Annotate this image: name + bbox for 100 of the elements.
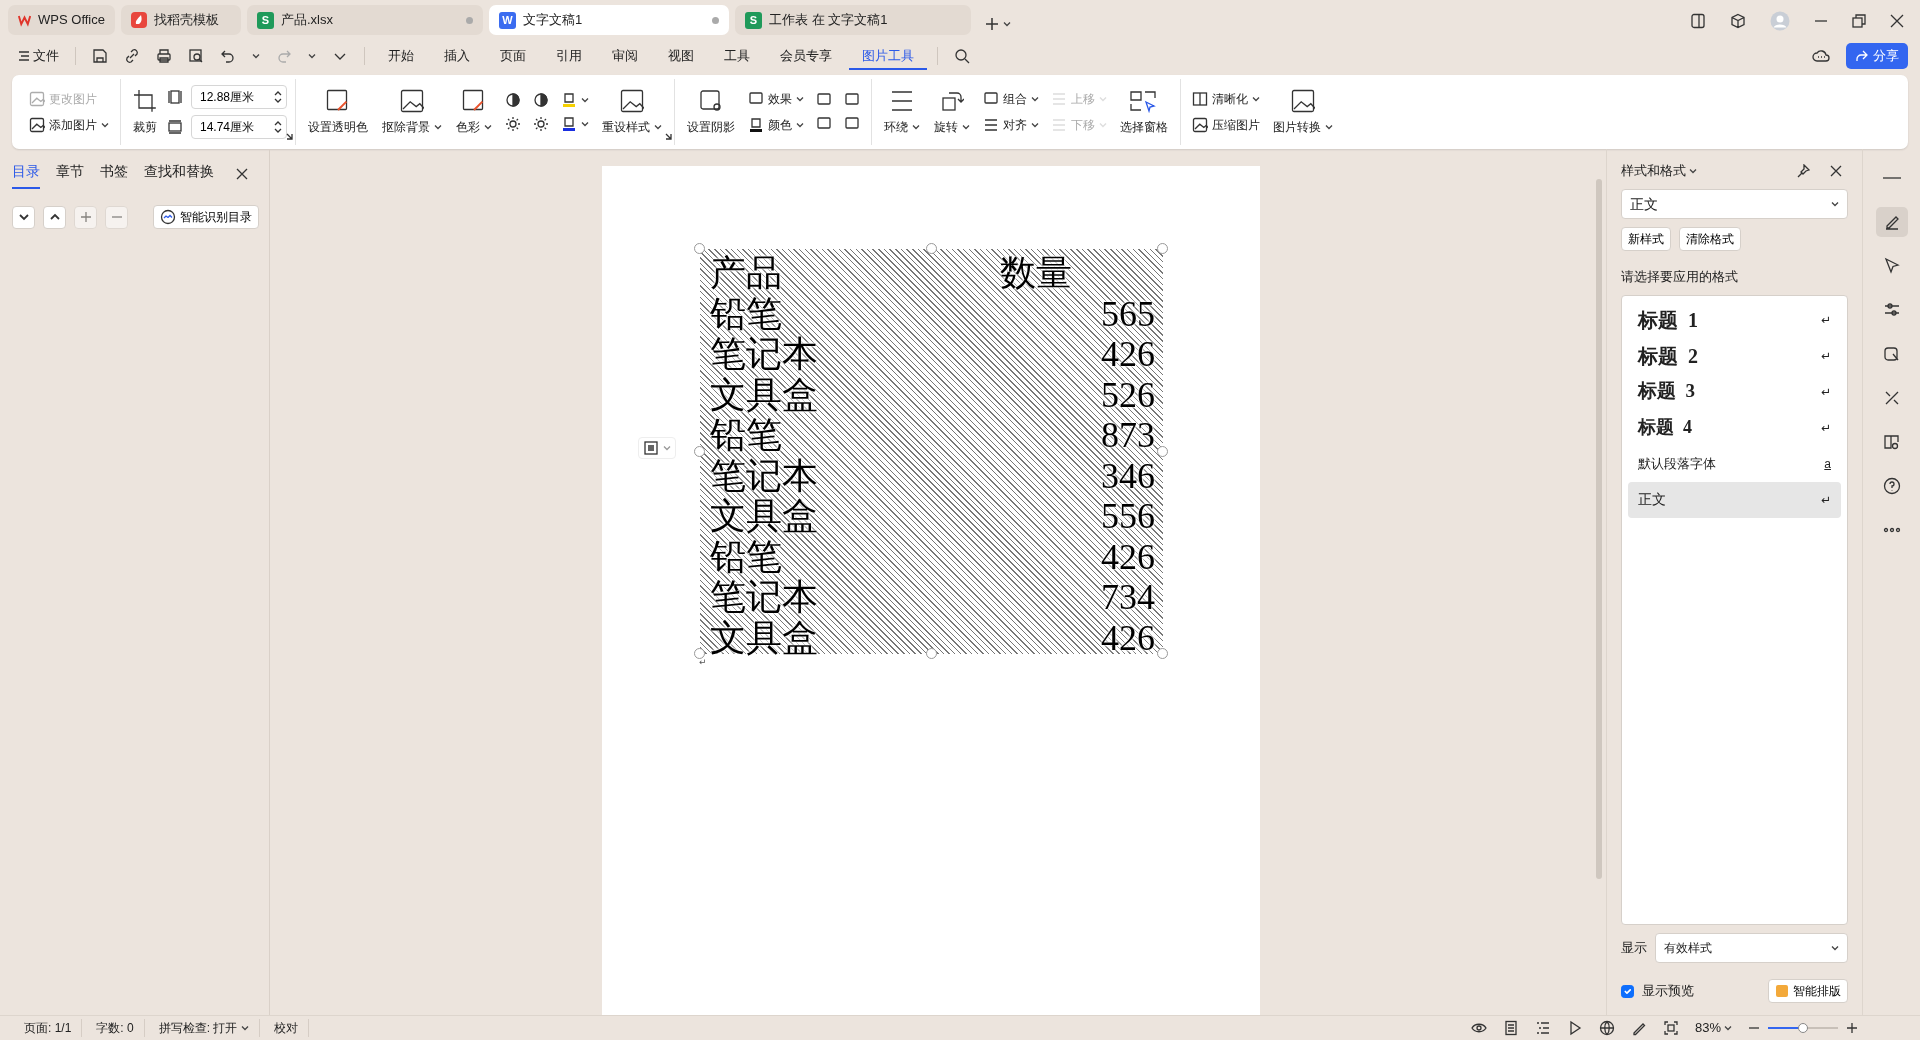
image-text: 产品 (710, 255, 782, 292)
view-button[interactable] (1502, 1020, 1519, 1036)
caret-icon (308, 53, 316, 59)
panel-tab[interactable]: 书签 (100, 159, 128, 189)
image-text: 346 (1101, 457, 1155, 494)
square-icon (844, 116, 860, 132)
ribbon-button[interactable]: 图片转换 (1269, 86, 1337, 138)
slider-thumb[interactable] (1798, 1023, 1808, 1033)
view-button[interactable] (1534, 1020, 1551, 1036)
ribbon-button[interactable]: 色彩 (452, 86, 496, 138)
ribbon-tab[interactable]: 图片工具 (849, 41, 927, 71)
resize-handle[interactable] (694, 445, 705, 457)
ribbon-button[interactable]: 对齐 (980, 115, 1042, 135)
ribbon-button[interactable]: 设置阴影 (683, 86, 739, 138)
resize-handle[interactable] (694, 243, 705, 254)
sun-icon (533, 116, 549, 132)
ribbon-button[interactable]: 压缩图片 (1189, 115, 1263, 135)
menu-icon (18, 50, 30, 62)
caret-icon (434, 123, 442, 130)
preview-label: 显示预览 (1642, 982, 1694, 1001)
ribbon-button[interactable]: 裁剪 (129, 86, 161, 138)
ribbon-button[interactable]: 旋转 (930, 86, 974, 138)
ribbon-tab[interactable]: 插入 (431, 41, 483, 71)
ribbon-button[interactable]: 环绕 (880, 86, 924, 138)
ribbon-button[interactable]: 抠除背景 (378, 86, 446, 138)
window-tab[interactable]: W 文字文稿1 (489, 5, 729, 35)
crop-icon (133, 88, 157, 113)
ribbon-tab[interactable]: 工具 (711, 41, 763, 71)
view-button[interactable] (1598, 1020, 1615, 1036)
app-logo-icon: W (499, 11, 516, 29)
window-tab[interactable]: S 工作表 在 文字文稿1 (735, 5, 971, 35)
ribbon-button[interactable]: 清晰化 (1189, 89, 1263, 109)
half-circle-icon (505, 92, 521, 108)
ribbon-button[interactable]: 选择窗格 (1116, 86, 1172, 138)
style-mark: a (1824, 455, 1831, 473)
zoom-menu[interactable]: 83% (1694, 1018, 1732, 1038)
outline-button[interactable] (12, 205, 35, 229)
ribbon-button[interactable]: 设置透明色 (304, 86, 372, 138)
ribbon-tab[interactable]: 会员专享 (767, 41, 845, 71)
status-item[interactable]: 拼写检查: 打开 (148, 1019, 261, 1037)
ribbon-button[interactable]: 添加图片 (26, 115, 112, 135)
window-tab[interactable]: WPS Office (8, 5, 115, 35)
lines-icon (890, 88, 914, 113)
share-icon (1855, 49, 1869, 63)
window-tab[interactable]: 找稻壳模板 (121, 5, 241, 35)
scrollbar[interactable] (1596, 179, 1602, 879)
unsaved-dot-icon (712, 16, 719, 24)
style-item[interactable]: 标题 1 ↵ (1628, 301, 1841, 338)
style-dropdown[interactable]: 正文 (1621, 189, 1848, 219)
image-text: 873 (1101, 417, 1155, 454)
panel-tab[interactable]: 章节 (56, 159, 84, 189)
smart-layout-button[interactable]: 智能排版 (1768, 979, 1848, 1003)
resize-handle[interactable] (694, 648, 705, 659)
smart-toc-button[interactable]: 智能识别目录 (153, 205, 259, 229)
panel-tab[interactable]: 查找和替换 (144, 159, 214, 189)
window-tab[interactable]: S 产品.xlsx (247, 5, 483, 35)
outline-icon (1534, 1020, 1551, 1036)
ribbon-tab[interactable]: 审阅 (599, 41, 651, 71)
layout-options-button[interactable] (638, 437, 676, 459)
ribbon-button[interactable]: 重设样式 (598, 86, 666, 138)
file-menu[interactable]: 文件 (12, 43, 65, 69)
resize-handle[interactable] (925, 648, 937, 659)
caret-icon (1031, 122, 1039, 128)
ribbon-button[interactable]: 颜色 (745, 115, 807, 135)
caret-icon (252, 53, 260, 59)
ribbon-tab[interactable]: 页面 (487, 41, 539, 71)
picture-icon (1291, 88, 1315, 113)
style-action-button[interactable]: 清除格式 (1679, 227, 1741, 251)
ribbon-tab[interactable]: 开始 (375, 41, 427, 71)
style-item[interactable]: 正文 ↵ (1628, 481, 1841, 518)
ribbon-tab[interactable]: 视图 (655, 41, 707, 71)
resize-handle[interactable] (925, 243, 937, 254)
panel-tab[interactable]: 目录 (12, 159, 40, 189)
style-item[interactable]: 标题 4 ↵ (1628, 409, 1841, 446)
style-mark: ↵ (1820, 491, 1831, 509)
resize-handle[interactable] (1157, 648, 1168, 659)
image-text: 556 (1101, 498, 1155, 535)
ribbon-button[interactable]: 组合 (980, 89, 1042, 109)
ribbon-tab[interactable]: 引用 (543, 41, 595, 71)
preview-checkbox[interactable] (1621, 984, 1634, 998)
resize-handle[interactable] (1157, 445, 1168, 457)
ribbon-button[interactable]: 效果 (745, 89, 807, 109)
sun-icon (505, 116, 521, 132)
view-button[interactable] (1662, 1020, 1679, 1036)
style-item[interactable]: 标题 2 ↵ (1628, 337, 1841, 374)
square-icon (816, 92, 832, 108)
show-dropdown[interactable]: 有效样式 (1655, 933, 1848, 963)
share-button[interactable]: 分享 (1846, 43, 1908, 69)
resize-handle[interactable] (1157, 243, 1168, 254)
close-icon (236, 168, 248, 180)
close-icon (1890, 14, 1904, 28)
size-field[interactable]: 14.74厘米 (191, 115, 287, 139)
style-item[interactable]: 默认段落字体 a (1628, 445, 1841, 482)
panel-title-menu[interactable]: 样式和格式 (1621, 161, 1697, 181)
style-item[interactable]: 标题 3 ↵ (1628, 373, 1841, 410)
caret-icon (1325, 123, 1333, 130)
logo-icon (18, 13, 32, 27)
style-action-button[interactable]: 新样式 (1621, 227, 1671, 251)
outline-button[interactable] (43, 205, 66, 229)
size-field[interactable]: 12.88厘米 (191, 85, 287, 109)
